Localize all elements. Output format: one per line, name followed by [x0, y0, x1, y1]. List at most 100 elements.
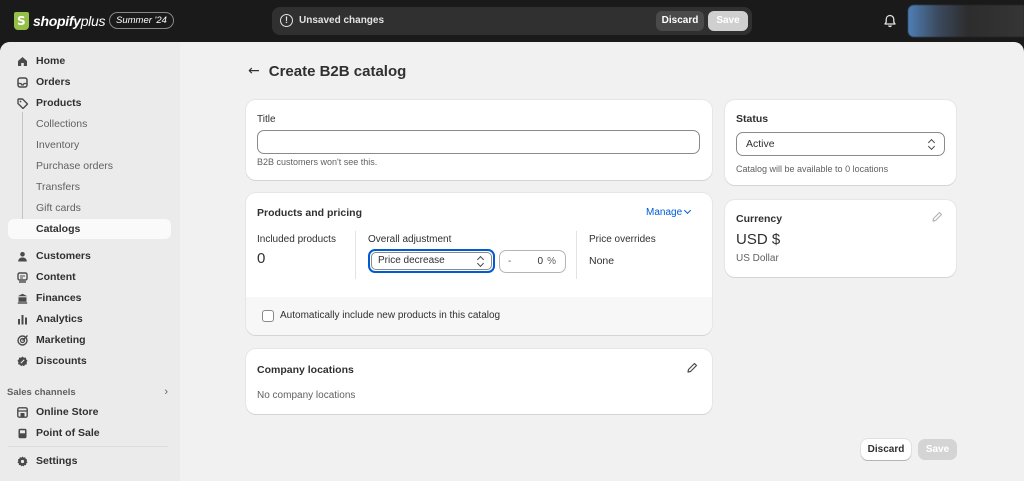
back-arrow-icon[interactable]: ←	[248, 63, 260, 79]
sales-channels-header[interactable]: Sales channels ›	[7, 386, 170, 402]
select-arrows-icon	[928, 139, 935, 150]
manage-label: Manage	[646, 207, 683, 218]
bar-chart-icon	[18, 315, 27, 325]
title-label: Title	[257, 114, 276, 125]
currency-title: Currency	[736, 213, 783, 225]
sidebar-item-inventory[interactable]: Inventory	[8, 135, 171, 155]
percent-unit: %	[547, 256, 556, 267]
title-help-text: B2B customers won't see this.	[257, 157, 378, 167]
adjustment-type-value: Price decrease	[378, 255, 445, 266]
products-pricing-card: Products and pricing Manage Included pro…	[246, 193, 712, 335]
sidebar-item-discounts[interactable]: Discounts	[8, 351, 171, 371]
person-icon	[18, 252, 27, 262]
price-overrides-value: None	[589, 255, 615, 267]
shopify-bag-icon	[14, 12, 29, 30]
pos-icon	[18, 428, 27, 439]
pencil-icon	[932, 211, 943, 222]
products-pricing-title: Products and pricing	[257, 207, 363, 219]
currency-code: USD $	[736, 231, 781, 248]
sidebar-item-label: Purchase orders	[36, 160, 114, 172]
overall-adjustment-label: Overall adjustment	[368, 234, 452, 245]
sidebar-item-label: Transfers	[36, 181, 80, 193]
sidebar-item-products[interactable]: Products	[8, 93, 171, 113]
shopify-plus-logo[interactable]: shopifyplus	[14, 11, 105, 31]
adjustment-percent-input[interactable]: - 0 %	[499, 250, 566, 273]
unsaved-changes-text: Unsaved changes	[299, 15, 385, 26]
logo-wordmark: shopifyplus	[33, 13, 106, 29]
select-arrows-icon	[477, 256, 484, 267]
included-products-count: 0	[257, 250, 266, 267]
sidebar-item-label: Products	[36, 97, 82, 109]
sidebar-item-online-store[interactable]: Online Store	[8, 402, 171, 422]
save-button[interactable]: Save	[918, 439, 957, 460]
sidebar-item-label: Orders	[36, 76, 71, 88]
sidebar-divider	[8, 446, 168, 447]
sidebar-item-label: Analytics	[36, 313, 83, 325]
inbox-icon	[17, 77, 28, 88]
status-value: Active	[746, 138, 775, 150]
sidebar-item-label: Finances	[36, 292, 82, 304]
sidebar-item-transfers[interactable]: Transfers	[8, 177, 171, 197]
target-icon	[17, 335, 28, 346]
adjustment-type-select[interactable]: Price decrease	[368, 249, 495, 273]
sidebar-item-label: Settings	[36, 455, 78, 467]
sidebar-item-label: Inventory	[36, 139, 80, 151]
sidebar-item-finances[interactable]: Finances	[8, 288, 171, 308]
auto-include-checkbox[interactable]	[262, 310, 274, 322]
top-save-button[interactable]: Save	[708, 11, 748, 31]
sidebar-item-home[interactable]: Home	[8, 51, 171, 71]
sidebar-item-customers[interactable]: Customers	[8, 246, 171, 266]
sidebar-item-catalogs[interactable]: Catalogs	[8, 219, 171, 239]
adjustment-percent-value: 0	[537, 256, 543, 267]
currency-name: US Dollar	[736, 253, 779, 264]
sidebar-item-label: Discounts	[36, 355, 87, 367]
sidebar-item-label: Marketing	[36, 334, 86, 346]
sidebar-item-settings[interactable]: Settings	[8, 451, 171, 471]
adjustment-sign: -	[508, 256, 512, 267]
sidebar-item-marketing[interactable]: Marketing	[8, 330, 171, 350]
status-help-text: Catalog will be available to 0 locations	[736, 164, 889, 174]
sidebar-item-label: Catalogs	[36, 223, 81, 235]
title-input[interactable]	[257, 130, 700, 154]
page-header: ← Create B2B catalog	[248, 61, 406, 81]
discard-button[interactable]: Discard	[861, 439, 911, 460]
sidebar-item-purchase-orders[interactable]: Purchase orders	[8, 156, 171, 176]
sidebar-item-label: Home	[36, 55, 66, 67]
store-account-menu[interactable]	[908, 5, 1024, 37]
chevron-right-icon: ›	[164, 386, 168, 398]
edition-badge[interactable]: Summer '24	[109, 12, 174, 29]
page-title: Create B2B catalog	[268, 62, 407, 80]
sidebar: Home Orders Products Collections Invento…	[0, 42, 180, 481]
bank-icon	[17, 293, 28, 304]
store-icon	[17, 407, 28, 418]
app-shell: Home Orders Products Collections Invento…	[0, 42, 1024, 481]
sidebar-item-analytics[interactable]: Analytics	[8, 309, 171, 329]
sidebar-item-orders[interactable]: Orders	[8, 72, 171, 92]
sidebar-item-label: Collections	[36, 118, 88, 130]
sidebar-item-label: Online Store	[36, 406, 99, 418]
sidebar-item-label: Customers	[36, 250, 91, 262]
included-products-label: Included products	[257, 234, 336, 245]
auto-include-label[interactable]: Automatically include new products in th…	[280, 310, 500, 321]
sidebar-item-label: Content	[36, 271, 76, 283]
company-locations-card: Company locations No company locations	[246, 349, 712, 414]
sidebar-item-collections[interactable]: Collections	[8, 114, 171, 134]
title-card: Title B2B customers won't see this.	[246, 100, 712, 180]
sidebar-item-content[interactable]: Content	[8, 267, 171, 287]
sidebar-item-label: Point of Sale	[36, 427, 100, 439]
price-overrides-label: Price overrides	[589, 234, 656, 245]
pencil-icon[interactable]	[686, 362, 698, 374]
top-discard-button[interactable]: Discard	[656, 11, 704, 31]
column-divider	[576, 231, 577, 279]
column-divider	[355, 231, 356, 279]
sidebar-item-label: Gift cards	[36, 202, 81, 214]
status-select[interactable]: Active	[736, 132, 945, 156]
auto-include-row: Automatically include new products in th…	[246, 297, 712, 335]
sidebar-item-gift-cards[interactable]: Gift cards	[8, 198, 171, 218]
sidebar-item-point-of-sale[interactable]: Point of Sale	[8, 423, 171, 443]
home-icon	[18, 57, 27, 66]
manage-link[interactable]: Manage	[646, 206, 692, 218]
unsaved-changes-bar: ! Unsaved changes Discard Save	[272, 7, 752, 35]
bell-icon[interactable]	[883, 14, 897, 28]
discount-icon	[17, 356, 28, 367]
